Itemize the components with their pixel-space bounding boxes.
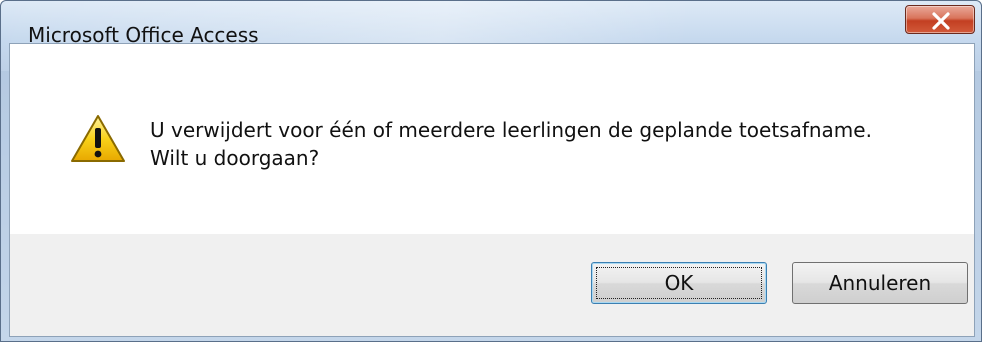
message-line-1: U verwijdert voor één of meerdere leerli… — [150, 118, 872, 142]
message-area: U verwijdert voor één of meerdere leerli… — [10, 44, 974, 234]
warning-icon — [71, 115, 125, 162]
dialog-message: U verwijdert voor één of meerdere leerli… — [150, 116, 950, 172]
ok-button[interactable]: OK — [591, 262, 767, 304]
dialog-client-area: U verwijdert voor één of meerdere leerli… — [9, 43, 975, 337]
cancel-button-label: Annuleren — [828, 271, 932, 295]
message-line-2: Wilt u doorgaan? — [150, 146, 320, 170]
close-icon — [932, 12, 950, 30]
close-button[interactable] — [905, 5, 975, 34]
dialog-window: Microsoft Office Access U verwijdert voo… — [0, 0, 982, 342]
cancel-button[interactable]: Annuleren — [792, 262, 968, 304]
focus-rectangle — [596, 267, 762, 299]
